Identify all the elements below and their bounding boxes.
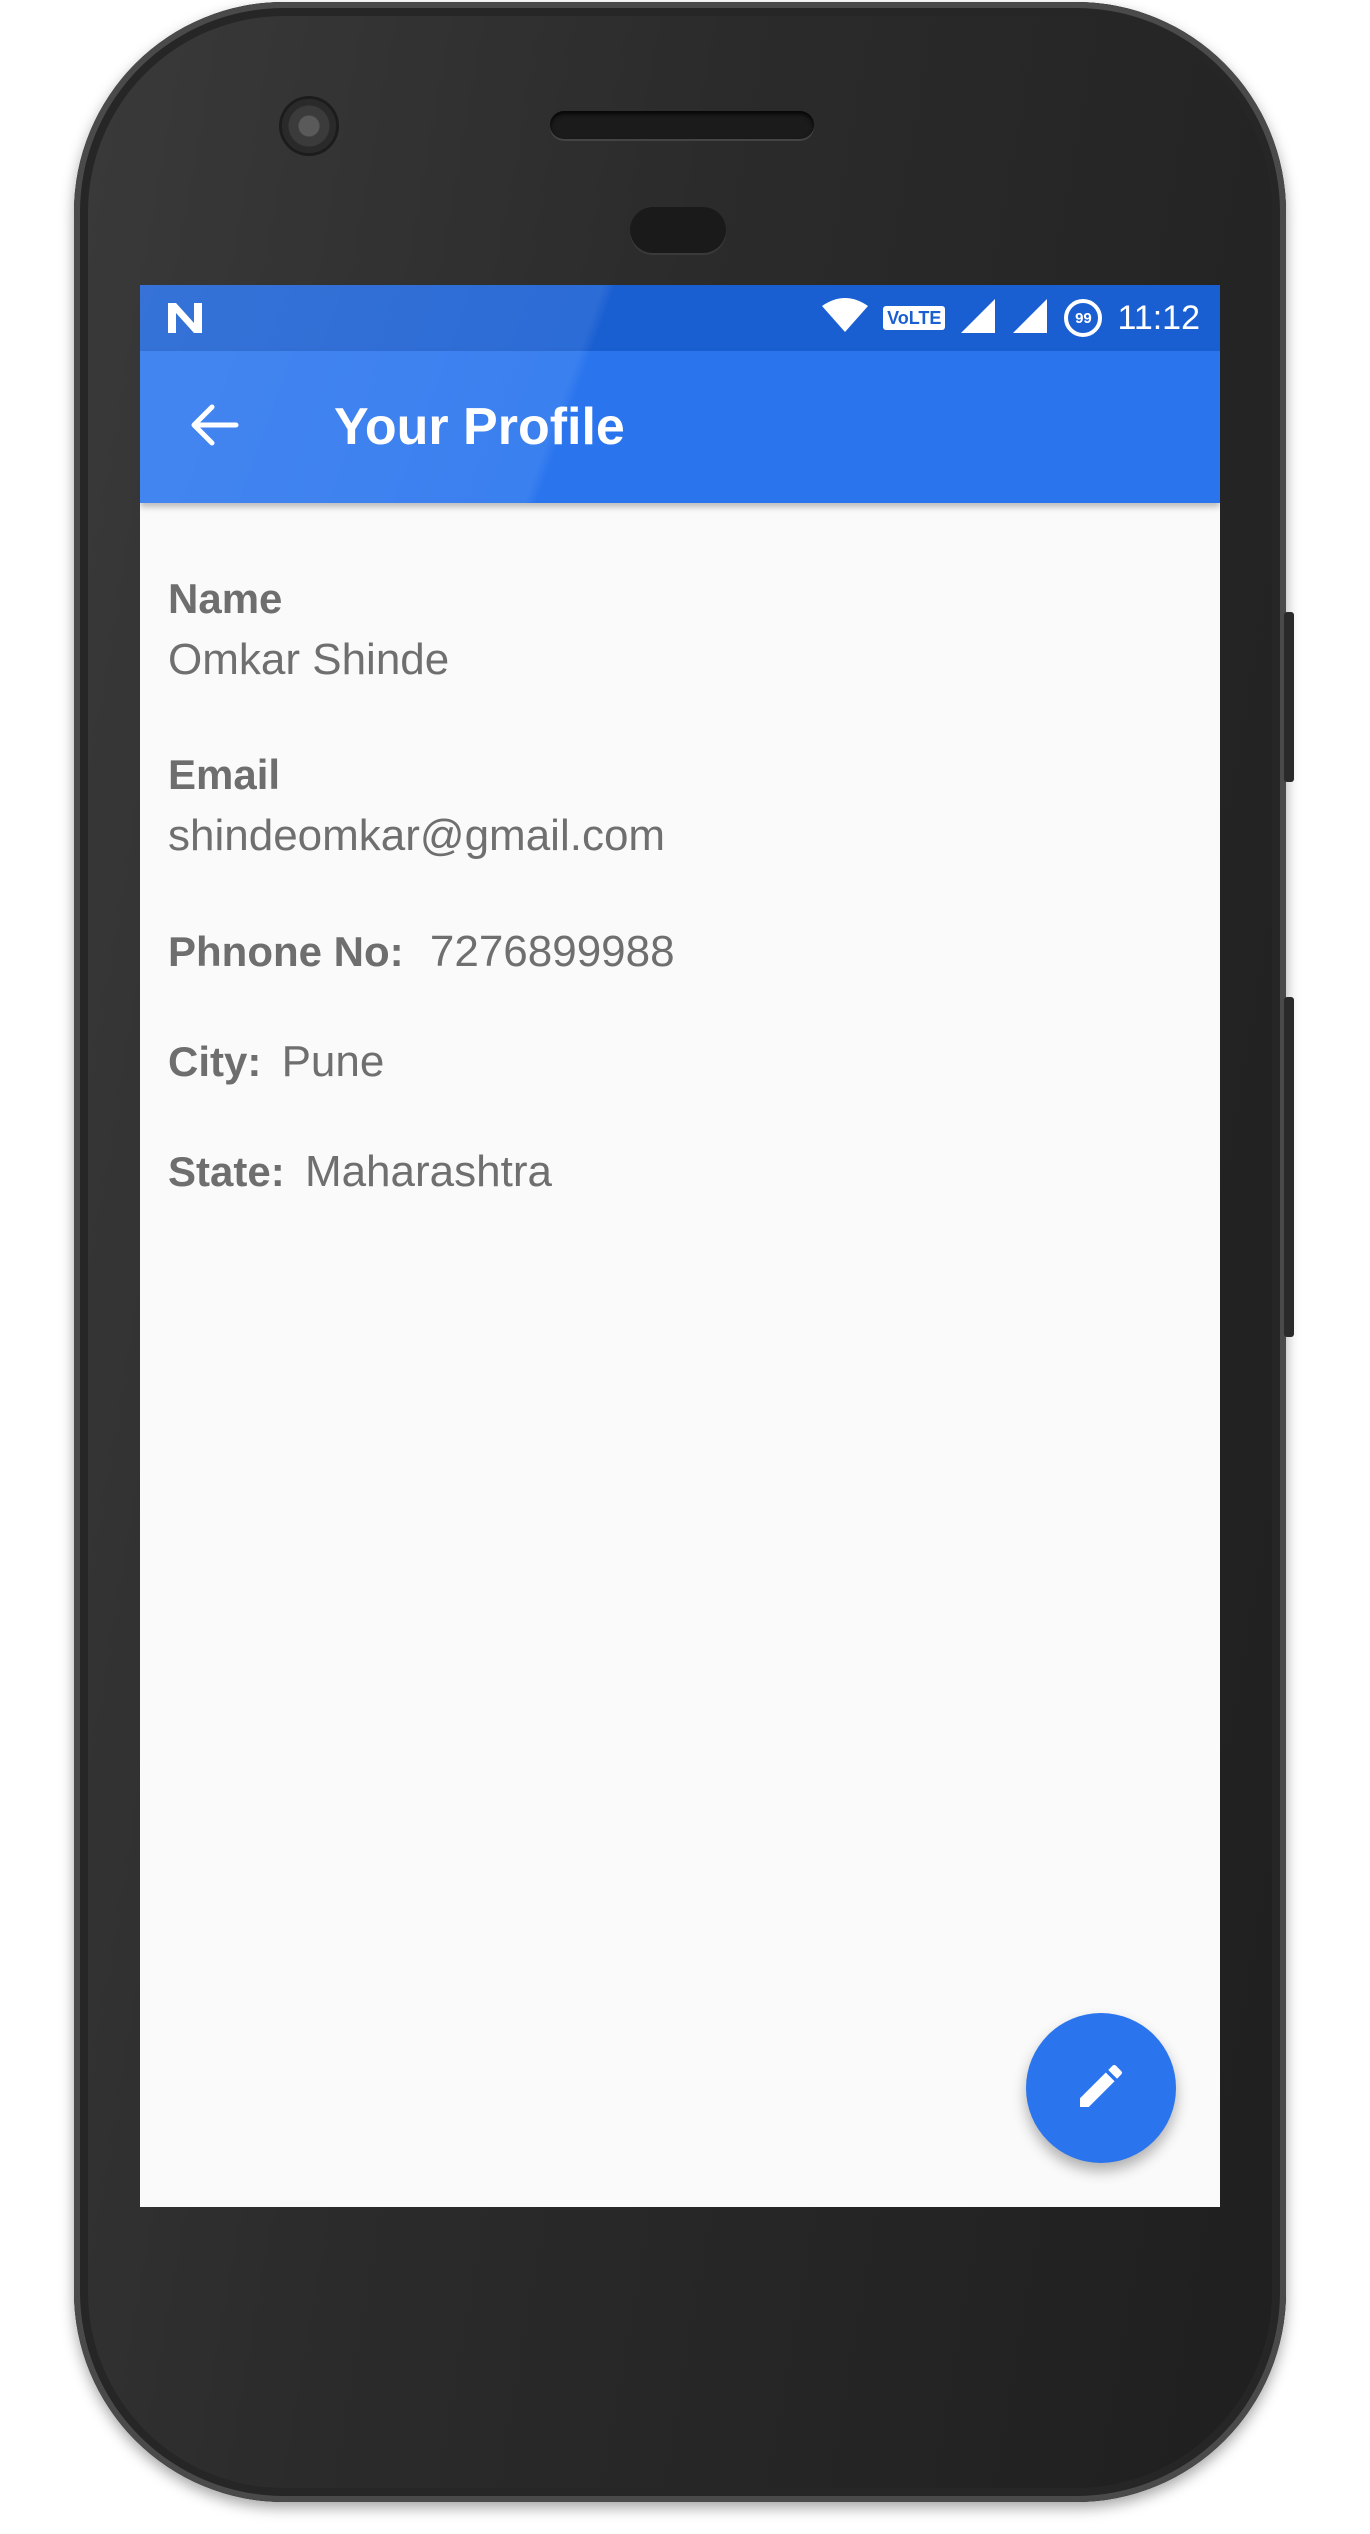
status-icons: VoLTE 99 11:12 [821, 285, 1200, 351]
email-label: Email [168, 751, 281, 798]
battery-icon: 99 [1063, 298, 1103, 338]
name-value: Omkar Shinde [168, 635, 450, 684]
state-value: Maharashtra [304, 1147, 552, 1196]
profile-details: Name Omkar Shinde Email shindeomkar@gmai… [168, 575, 1192, 1257]
pencil-icon [1073, 2058, 1129, 2119]
earpiece-speaker [550, 111, 814, 139]
front-camera [282, 99, 336, 153]
city-label: City: [168, 1038, 262, 1085]
app-bar: Your Profile [140, 351, 1220, 503]
battery-level: 99 [1075, 309, 1092, 327]
proximity-sensor [630, 207, 726, 253]
arrow-left-icon [188, 403, 240, 452]
clock: 11:12 [1117, 298, 1200, 337]
city-field: City: Pune [168, 1037, 1192, 1087]
power-button [1284, 612, 1294, 782]
city-value: Pune [281, 1037, 385, 1086]
state-label: State: [168, 1148, 285, 1195]
email-field: Email shindeomkar@gmail.com [168, 751, 1192, 861]
phone-label: Phnone No: [168, 928, 404, 975]
volume-button [1284, 997, 1294, 1337]
volte-label: VoLTE [887, 307, 942, 328]
n-icon [166, 301, 204, 344]
edit-profile-button[interactable] [1026, 2013, 1176, 2163]
name-label: Name [168, 575, 283, 622]
wifi-icon [821, 297, 869, 339]
phone-frame: VoLTE 99 11:12 Your Profile Name Omkar S… [74, 2, 1294, 2502]
state-field: State: Maharashtra [168, 1147, 1192, 1197]
back-button[interactable] [184, 397, 244, 457]
phone-value: 7276899988 [429, 927, 675, 976]
signal-icon [1011, 297, 1049, 340]
screen: VoLTE 99 11:12 Your Profile Name Omkar S… [140, 285, 1220, 2207]
status-bar: VoLTE 99 11:12 [140, 285, 1220, 351]
signal-icon [959, 297, 997, 340]
email-value: shindeomkar@gmail.com [168, 811, 666, 860]
volte-icon: VoLTE [883, 306, 946, 330]
phone-field: Phnone No: 7276899988 [168, 927, 1192, 977]
name-field: Name Omkar Shinde [168, 575, 1192, 685]
page-title: Your Profile [334, 398, 625, 456]
